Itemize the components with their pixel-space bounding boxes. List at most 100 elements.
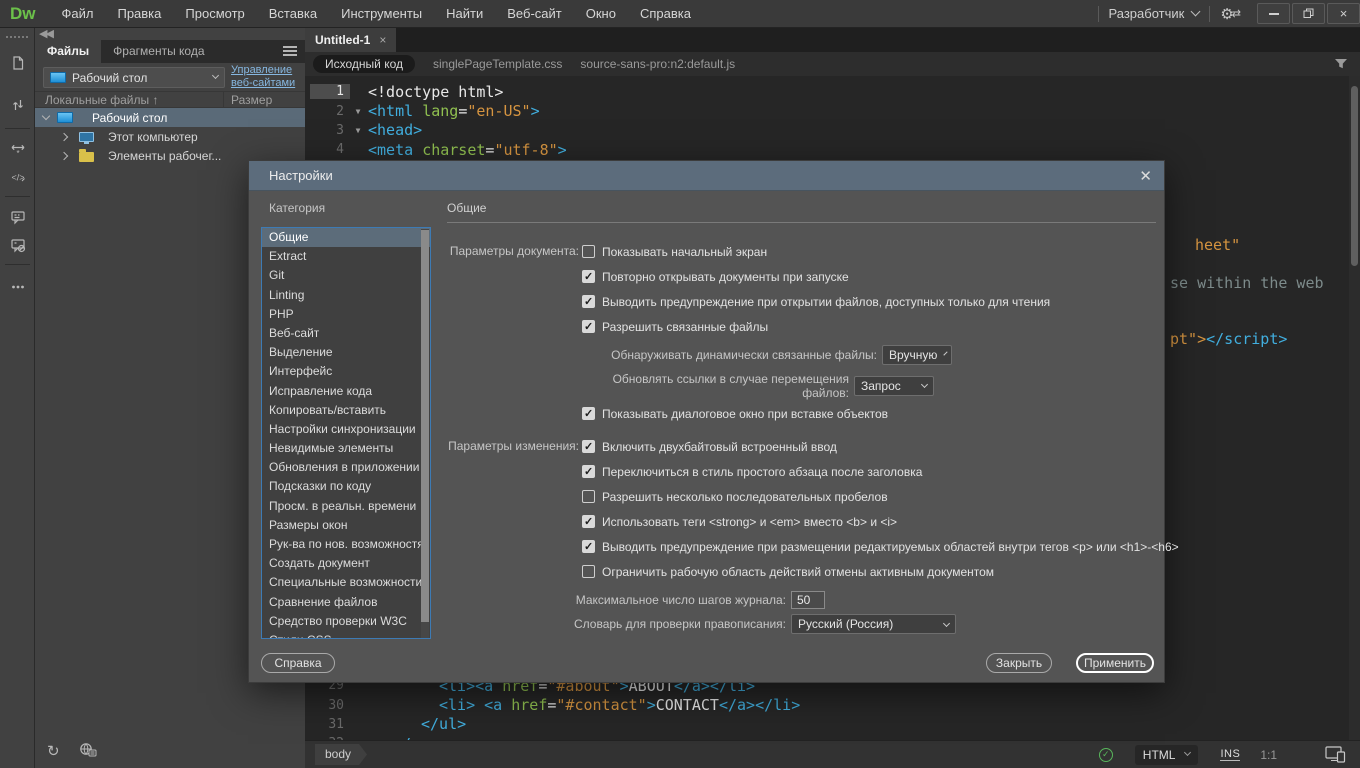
fold-arrow[interactable]: ▼ xyxy=(350,107,366,116)
history-steps-input[interactable] xyxy=(791,591,825,609)
checkbox[interactable] xyxy=(582,565,595,578)
chevron-right-icon[interactable] xyxy=(60,132,68,140)
refresh-icon[interactable]: ↻ xyxy=(47,742,60,760)
category-item[interactable]: Стили CSS xyxy=(262,631,430,639)
menu-item[interactable]: Справка xyxy=(628,0,703,28)
scrollbar-thumb[interactable] xyxy=(421,230,429,622)
fold-arrow[interactable]: ▼ xyxy=(350,126,366,135)
category-item[interactable]: Копировать/вставить xyxy=(262,401,430,420)
category-item[interactable]: Размеры окон xyxy=(262,516,430,535)
checkbox[interactable] xyxy=(582,270,595,283)
apply-button[interactable]: Применить xyxy=(1076,653,1154,673)
menu-item[interactable]: Окно xyxy=(574,0,628,28)
category-item[interactable]: Веб-сайт xyxy=(262,324,430,343)
filter-icon[interactable] xyxy=(1334,58,1348,70)
checkbox[interactable] xyxy=(582,320,595,333)
category-item[interactable]: Выделение xyxy=(262,343,430,362)
category-item[interactable]: Исправление кода xyxy=(262,382,430,401)
restore-button[interactable] xyxy=(1292,3,1325,24)
sync-settings-button[interactable]: ⚙⇄ xyxy=(1220,5,1241,23)
code-line[interactable]: 30<li> <a href="#contact">CONTACT</a></l… xyxy=(305,695,1345,714)
category-item[interactable]: Extract xyxy=(262,247,430,266)
more-options-icon[interactable] xyxy=(9,278,27,296)
category-item[interactable]: Linting xyxy=(262,286,430,305)
minimize-button[interactable] xyxy=(1257,3,1290,24)
chevron-down-icon[interactable] xyxy=(42,112,50,120)
tag-selector-body[interactable]: body xyxy=(315,744,367,765)
code-line[interactable]: 1<!doctype html> xyxy=(305,82,1345,101)
dropdown[interactable]: Вручную xyxy=(882,345,952,365)
category-item[interactable]: Подсказки по коду xyxy=(262,477,430,496)
checkbox[interactable] xyxy=(582,540,595,553)
category-scrollbar[interactable] xyxy=(421,229,429,639)
spell-dictionary-select[interactable]: Русский (Россия) xyxy=(791,614,956,634)
code-snippet-icon[interactable]: </> xyxy=(9,168,27,186)
category-item[interactable]: Сравнение файлов xyxy=(262,593,430,612)
column-size[interactable]: Размер xyxy=(231,93,272,107)
column-local-files[interactable]: Локальные файлы ↑ xyxy=(45,93,158,107)
menu-item[interactable]: Просмотр xyxy=(173,0,256,28)
dropdown[interactable]: Запрос xyxy=(854,376,934,396)
category-item[interactable]: Общие xyxy=(262,228,430,247)
site-log-icon[interactable] xyxy=(79,742,97,757)
code-line[interactable]: 4<meta charset="utf-8"> xyxy=(305,140,1345,159)
collapse-panel-icon[interactable]: ◀◀ xyxy=(39,27,52,40)
menu-item[interactable]: Найти xyxy=(434,0,495,28)
category-item[interactable]: Специальные возможности xyxy=(262,573,430,592)
new-file-icon[interactable] xyxy=(9,54,27,72)
tab-close-icon[interactable]: × xyxy=(379,33,386,47)
related-file-2[interactable]: source-sans-pro:n2:default.js xyxy=(580,57,735,71)
checkbox[interactable] xyxy=(582,440,595,453)
menu-item[interactable]: Инструменты xyxy=(329,0,434,28)
check-in-out-icon[interactable]: * xyxy=(9,140,27,158)
category-item[interactable]: PHP xyxy=(262,305,430,324)
menu-item[interactable]: Вставка xyxy=(257,0,329,28)
document-tab[interactable]: Untitled-1 × xyxy=(305,28,396,52)
panel-tab-snippets[interactable]: Фрагменты кода xyxy=(101,40,216,63)
tree-row[interactable]: Рабочий стол xyxy=(35,108,305,127)
checkbox[interactable] xyxy=(582,465,595,478)
code-line[interactable]: 31</ul> xyxy=(305,715,1345,734)
related-file-1[interactable]: singlePageTemplate.css xyxy=(433,57,562,71)
category-item[interactable]: Интерфейс xyxy=(262,362,430,381)
category-item[interactable]: Обновления в приложении xyxy=(262,458,430,477)
menu-item[interactable]: Веб-сайт xyxy=(495,0,573,28)
doc-type-select[interactable]: HTML xyxy=(1135,745,1199,765)
code-line[interactable]: 3▼<head> xyxy=(305,121,1345,140)
help-button[interactable]: Справка xyxy=(261,653,335,673)
checkbox[interactable] xyxy=(582,407,595,420)
category-item[interactable]: Git xyxy=(262,266,430,285)
category-item[interactable]: Средство проверки W3C xyxy=(262,612,430,631)
code-line[interactable]: 2▼<html lang="en-US"> xyxy=(305,101,1345,120)
insert-mode-toggle[interactable]: INS xyxy=(1220,748,1240,761)
category-item[interactable]: Рук-ва по нов. возможностя xyxy=(262,535,430,554)
close-button[interactable]: Закрыть xyxy=(986,653,1052,673)
panel-menu-icon[interactable] xyxy=(283,46,297,58)
manage-sites-link[interactable]: Управление веб-сайтами xyxy=(231,64,301,90)
related-file-0[interactable]: Исходный код xyxy=(313,55,415,73)
menu-item[interactable]: Правка xyxy=(105,0,173,28)
checkbox[interactable] xyxy=(582,295,595,308)
checkbox[interactable] xyxy=(582,515,595,528)
menu-item[interactable]: Файл xyxy=(50,0,106,28)
comment-icon[interactable] xyxy=(9,208,27,226)
tree-row[interactable]: Этот компьютер xyxy=(35,127,305,146)
dreamweaver-logo[interactable]: Dw xyxy=(0,4,50,24)
close-button[interactable]: × xyxy=(1327,3,1360,24)
preview-devices-icon[interactable] xyxy=(1325,746,1346,763)
dialog-title-bar[interactable]: Настройки ✕ xyxy=(249,161,1164,191)
chevron-right-icon[interactable] xyxy=(60,151,68,159)
site-selector[interactable]: Рабочий стол xyxy=(43,67,225,88)
checkbox[interactable] xyxy=(582,490,595,503)
dialog-close-icon[interactable]: ✕ xyxy=(1139,167,1152,185)
scrollbar-thumb[interactable] xyxy=(1351,86,1358,266)
category-item[interactable]: Невидимые элементы xyxy=(262,439,430,458)
sync-files-icon[interactable] xyxy=(9,96,27,114)
workspace-switcher[interactable]: Разработчик xyxy=(1109,6,1200,21)
panel-tab-files[interactable]: Файлы xyxy=(35,40,101,63)
category-item[interactable]: Настройки синхронизации xyxy=(262,420,430,439)
category-item[interactable]: Просм. в реальн. времени xyxy=(262,497,430,516)
category-item[interactable]: Создать документ xyxy=(262,554,430,573)
editor-scrollbar[interactable] xyxy=(1349,76,1360,740)
checkbox[interactable] xyxy=(582,245,595,258)
